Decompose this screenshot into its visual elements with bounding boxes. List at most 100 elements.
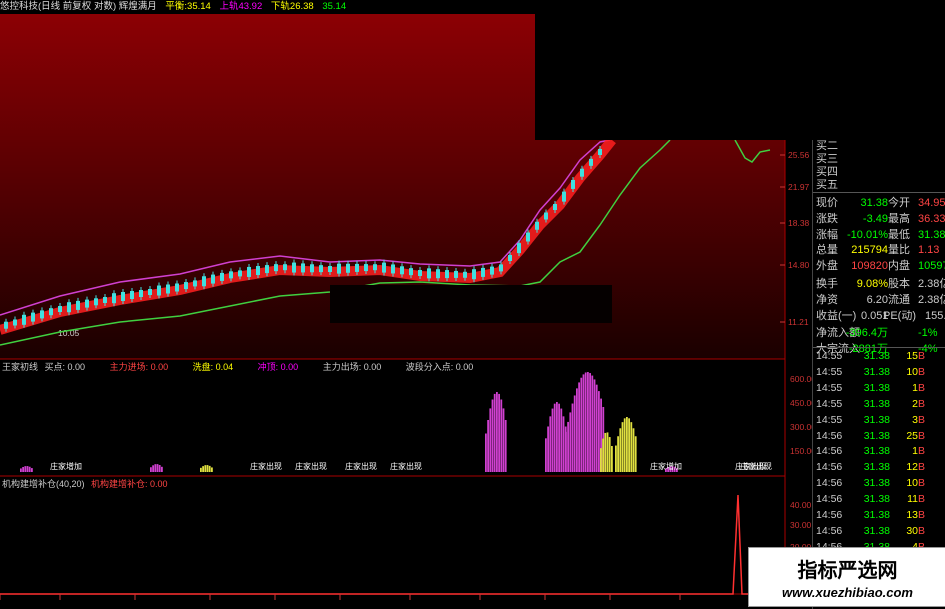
main-y-tick-label: 11.21 [788,317,809,327]
indicator1-bar [602,438,604,472]
quote-label: 收益(一) [816,309,857,322]
indicator1-bar [553,403,556,472]
tick-volume: 30 [906,524,918,537]
indicator1-bar [556,402,558,472]
tick-time: 14:56 [816,509,843,521]
tick-row: 14:55 31.38 15 B [816,349,932,364]
wash-label: 洗盘: 0.04 [192,362,234,372]
tick-side: B [918,365,926,378]
tick-volume: 1 [912,381,918,394]
ask-row: 买五 [816,177,856,193]
exit-label: 主力出场: 0.00 [322,362,382,372]
lower-label: 下轨 [270,1,290,12]
quote-value-2: 155.1 [925,309,945,322]
tick-price: 31.38 [863,461,890,474]
quote-panel: 买二 买三 买四 买五 现价 31.38 今开 34.95 涨跌 -3.49 最高 36.33 涨幅… [812,140,945,609]
balance-label: 平衡: [165,1,188,12]
tick-row: 14:56 31.38 25 B [816,429,932,444]
tick-price: 31.38 [863,509,890,521]
wave-label: 波段分入点: 0.00 [405,362,474,372]
indicator1-bar [634,436,637,472]
quote-value: -3.49 [862,212,888,225]
indicator1-bar [502,408,505,472]
indicator1-bar [152,465,154,472]
indicator1-marker-label: 庄家出现 [345,461,377,471]
quote-label: 涨跌 [816,212,838,225]
indicator1-bar [611,446,613,472]
main-y-tick-label: 14.80 [788,260,810,270]
watermark-cn: 指标严选网 [797,558,898,582]
tick-price: 31.38 [863,493,890,506]
lower-band-line-right [734,139,771,163]
indicator1-bar [28,466,31,472]
indicator1-bar [202,466,204,472]
quote-row: 换手 9.08% 股本 2.38亿 [816,276,945,292]
enter-label: 主力进场: 0.00 [109,362,169,372]
quote-label-2: 内盘 [888,260,910,273]
quote-label: 净流入额 [816,327,860,340]
indicator1-marker-label: 庄家增加 [50,461,82,471]
tick-volume: 25 [906,429,918,442]
quote-value-2: 31.38 [918,228,945,241]
indicator2-value: 机构建增补仓: 0.00 [91,479,168,489]
indicator1-marker-label: 庄家增加 [650,461,682,471]
quote-value: -396.4万 [845,327,888,340]
quote-value-2: -1% [918,327,938,340]
main-y-tick-label: 18.38 [788,218,810,228]
tick-side: B [918,350,926,362]
indicator1-bar [20,468,22,472]
indicator1-marker-label: 庄家出现 [390,461,422,471]
indicator1-bar [621,422,624,472]
indicator1-bar [584,372,587,472]
indicator1-bar [632,428,635,472]
indicator2-name: 机构建增补仓(40,20) [2,479,85,489]
indicator2-line [0,494,785,595]
lower-value: 26.38 [289,1,314,12]
indicator1-bar [623,418,626,472]
indicator1-bar [576,388,578,472]
tick-volume: 1 [912,445,918,458]
ask-label: 买五 [816,179,838,191]
tick-row: 14:56 31.38 30 B [816,524,932,539]
indicator1-bar [154,464,157,472]
indicator1-bar [587,372,589,472]
indicator1-bar [606,432,609,472]
watermark-url: www.xuezhibiao.com [782,585,913,600]
quote-value: 9.08% [856,278,888,290]
indicator1-bar [565,431,567,472]
indicator1-bar [580,377,583,472]
tick-side: B [918,397,926,410]
indicator2-title-bar: 机构建增补仓(40,20) 机构建增补仓: 0.00 [2,478,168,490]
indicator1-bar [558,403,560,472]
quote-label-2: 最低 [888,228,910,241]
tick-side: B [918,381,926,394]
tick-row: 14:56 31.38 13 B [816,508,932,523]
tick-time: 14:56 [816,445,843,458]
tick-price: 31.38 [863,397,890,410]
occluded-region-2 [330,285,612,323]
watermark: 指标严选网 www.xuezhibiao.com [748,547,945,607]
buy-point-label: 买点: 0.00 [44,362,86,372]
panel-separator [813,347,945,348]
tick-price: 31.38 [863,524,890,537]
indicator1-bar [573,395,576,472]
indicator1-bar [156,464,159,472]
indicator1-marker-label: 庄家出现 [740,461,772,471]
tick-volume: 10 [906,477,918,490]
indicator1-bar [504,420,507,472]
panel-separator [813,192,945,193]
main-y-tick-label: 21.97 [788,182,810,192]
indicator1-bar [591,375,594,472]
tick-row: 14:55 31.38 10 B [816,365,932,380]
indicator1-bar [617,436,619,472]
quote-row: 收益(一) 0.051 PE(动) 155.1 [816,308,945,324]
stock-title: 悠控科技(日线 前复权 对数) 辉煌满月 [0,1,157,12]
tick-side: B [918,429,926,442]
indicator1-bar [491,399,494,472]
quote-label: 外盘 [816,260,838,273]
quote-label-2: PE(动) [883,309,916,322]
tick-price: 31.38 [863,365,890,378]
indicator1-bar [158,465,161,472]
indicator1-title-bar: 王家初线 买点: 0.00 主力进场: 0.00 洗盘: 0.04 冲顶: 0.… [2,361,473,373]
tick-row: 14:56 31.38 11 B [816,492,932,507]
